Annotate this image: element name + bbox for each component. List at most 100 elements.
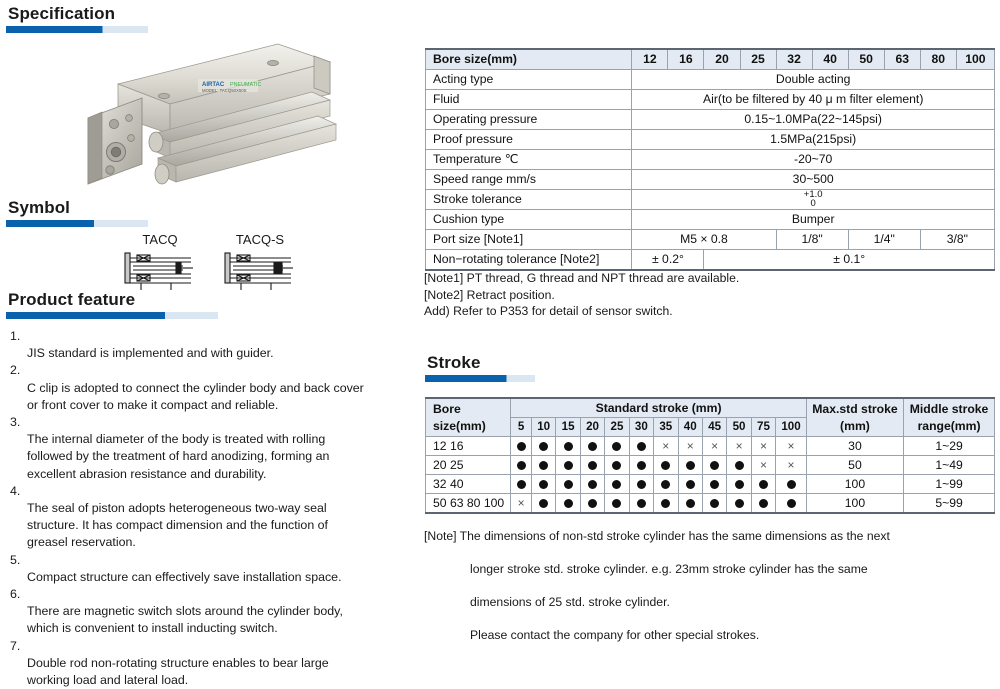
spec-row: Operating pressure 0.15~1.0MPa(22~145psi) — [424, 109, 995, 130]
unavailable-x-icon: × — [775, 455, 807, 475]
spec-row: Acting type Double acting — [424, 69, 995, 90]
stroke-value-header: 40 — [677, 417, 703, 437]
product-feature-list: 1. JIS standard is implemented and with g… — [6, 328, 414, 689]
specification-page: Specification AIRTAC PNEUMATIC MODEL: TA… — [0, 0, 1000, 687]
available-dot-icon — [530, 436, 557, 456]
standard-stroke-header: Standard stroke (mm) — [510, 397, 807, 418]
available-dot-icon — [750, 474, 777, 494]
stroke-tolerance-fraction: +1.0 0 — [803, 189, 823, 209]
available-dot-icon — [701, 474, 728, 494]
spec-header-bore-label: Bore size(mm) — [424, 48, 633, 70]
stroke-value-header: 30 — [628, 417, 655, 437]
feature-number: 2. — [10, 363, 21, 378]
spec-row-value: Bumper — [631, 209, 995, 231]
spec-header-row: Bore size(mm) 12 16 20 25 32 40 50 63 80 100 — [424, 48, 996, 70]
feature-number: 6. — [10, 587, 21, 602]
stroke-row-bore: 12 16 — [424, 436, 512, 456]
spec-row-value: Air(to be filtered by 40 μ m filter elem… — [631, 89, 995, 110]
stroke-row: 20 25 × × 50 1~49 — [424, 455, 995, 475]
stroke-note-line: [Note] The dimensions of non-std stroke … — [424, 528, 890, 543]
stroke-bore-header: Bore size(mm) — [424, 397, 512, 437]
stroke-value-header: 35 — [653, 417, 679, 437]
feature-item: 6. There are magnetic switch slots around… — [6, 586, 414, 638]
stroke-value-header: 10 — [530, 417, 557, 437]
available-dot-icon — [579, 436, 606, 456]
feature-text: The internal diameter of the body is tre… — [27, 432, 330, 481]
spec-bore-size-header: 50 — [847, 48, 885, 70]
unavailable-x-icon: × — [701, 436, 728, 456]
spec-row: Non−rotating tolerance [Note2] ± 0.2° ± 0.… — [424, 249, 995, 272]
stroke-value-header: 75 — [750, 417, 777, 437]
spec-row-label: Fluid — [424, 89, 633, 110]
unavailable-x-icon: × — [750, 455, 777, 475]
stroke-row-max-std: 100 — [805, 474, 905, 494]
stroke-row-bore: 32 40 — [424, 474, 512, 494]
spec-row-value: ± 0.2° — [631, 249, 705, 272]
section-title-product-feature: Product feature — [8, 290, 136, 309]
section-header-symbol: Symbol — [6, 198, 148, 227]
section-header-specification: Specification — [6, 4, 148, 33]
spec-row-label: Speed range mm/s — [424, 169, 633, 190]
feature-text: JIS standard is implemented and with gui… — [27, 346, 274, 361]
spec-row-value: -20~70 — [631, 149, 995, 170]
spec-row-label: Proof pressure — [424, 129, 633, 150]
available-dot-icon — [677, 474, 703, 494]
feature-number: 4. — [10, 483, 21, 498]
available-dot-icon — [653, 474, 679, 494]
stroke-row: 32 40 100 1~99 — [424, 474, 995, 494]
section-header-stroke: Stroke — [425, 353, 535, 382]
stroke-row: 12 16 × × × × × × 30 1~29 — [424, 436, 995, 456]
section-header-product-feature: Product feature — [6, 290, 218, 319]
available-dot-icon — [628, 474, 655, 494]
spec-row-value: 3/8" — [919, 229, 996, 251]
spec-row-value: 1/8" — [775, 229, 849, 251]
unavailable-x-icon: × — [653, 436, 679, 456]
available-dot-icon — [701, 455, 728, 475]
available-dot-icon — [677, 455, 703, 475]
feature-item: 7. Double rod non-rotating structure enab… — [6, 638, 414, 689]
svg-text:MODEL: TACQ50X50S: MODEL: TACQ50X50S — [202, 88, 247, 93]
unavailable-x-icon: × — [726, 436, 752, 456]
feature-item: 3. The internal diameter of the body is t… — [6, 414, 414, 483]
spec-row-label: Non−rotating tolerance [Note2] — [424, 249, 633, 272]
stroke-value-header: 50 — [726, 417, 752, 437]
available-dot-icon — [510, 455, 532, 475]
stroke-row-max-std: 30 — [805, 436, 905, 456]
symbol-label-tacq: TACQ — [142, 232, 178, 247]
spec-row-value: +1.0 0 — [631, 188, 995, 211]
cylinder-symbol-spring — [224, 252, 293, 290]
available-dot-icon — [555, 455, 581, 475]
stroke-table: Bore size(mm) Standard stroke (mm) Max.std … — [424, 397, 995, 514]
feature-number: 3. — [10, 415, 21, 430]
feature-item: 2. C clip is adopted to connect the cylin… — [6, 362, 414, 414]
stroke-note-line: Please contact the company for other spe… — [470, 627, 760, 642]
stroke-row-middle-range: 1~29 — [903, 436, 995, 456]
feature-number: 5. — [10, 552, 21, 567]
spec-bore-size-header: 80 — [919, 48, 957, 70]
spec-bore-size-header: 63 — [883, 48, 921, 70]
compact-cylinder-photo: AIRTAC PNEUMATIC MODEL: TACQ50X50S — [87, 43, 338, 185]
spec-row-value: ± 0.1° — [703, 249, 995, 272]
feature-text: There are magnetic switch slots around t… — [27, 604, 343, 636]
spec-bore-size-header: 40 — [811, 48, 849, 70]
middle-stroke-range-header: Middle stroke range(mm) — [903, 397, 995, 437]
spec-row-label: Acting type — [424, 69, 633, 90]
available-dot-icon — [530, 455, 557, 475]
spec-row: Cushion type Bumper — [424, 209, 995, 231]
cylinder-symbol — [124, 252, 193, 290]
stroke-notes: [Note] The dimensions of non-std stroke … — [424, 511, 999, 660]
unavailable-x-icon: × — [775, 436, 807, 456]
feature-text: Compact structure can effectively save i… — [27, 569, 342, 584]
stroke-row-bore: 20 25 — [424, 455, 512, 475]
spec-row-label: Port size [Note1] — [424, 229, 633, 251]
spec-row-value: M5 × 0.8 — [631, 229, 777, 251]
spec-row: Port size [Note1] M5 × 0.8 1/8" 1/4" 3/8" — [424, 229, 996, 251]
spec-row-value: Double acting — [631, 69, 995, 90]
stroke-value-header: 20 — [579, 417, 606, 437]
available-dot-icon — [604, 474, 630, 494]
spec-row-value: 30~500 — [631, 169, 995, 190]
feature-text: The seal of piston adopts heterogeneous … — [27, 501, 328, 550]
available-dot-icon — [628, 455, 655, 475]
spec-bore-size-header: 20 — [703, 48, 741, 70]
symbol-diagrams: TACQ TACQ-S — [110, 232, 340, 290]
